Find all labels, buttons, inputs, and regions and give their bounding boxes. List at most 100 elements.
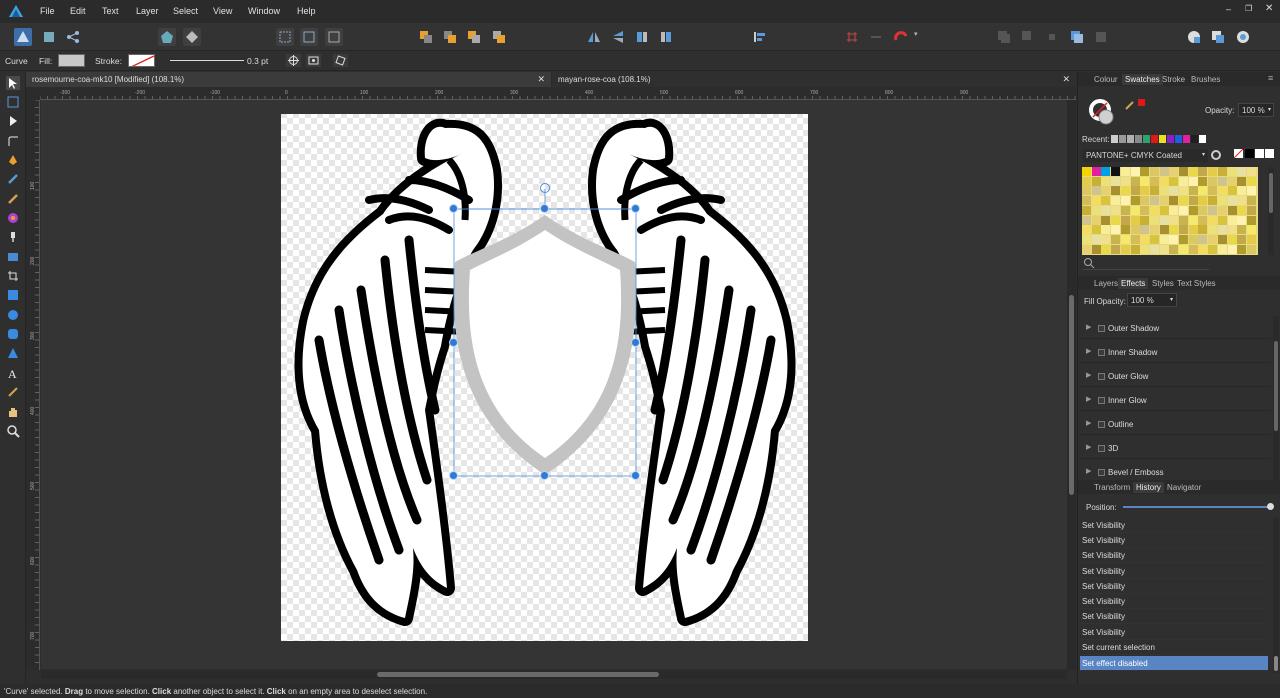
recent-swatch[interactable] — [1159, 135, 1166, 143]
opacity-input[interactable]: 100 % ▾ — [1238, 103, 1274, 117]
expand-arrow-icon[interactable]: ▶ — [1086, 467, 1091, 475]
palette-swatch[interactable] — [1237, 176, 1247, 186]
designer-persona-icon[interactable] — [14, 28, 32, 46]
history-item-selected[interactable]: Set effect disabled — [1080, 656, 1268, 671]
horizontal-scrollbar[interactable] — [41, 670, 1067, 679]
geometry-icon[interactable] — [183, 28, 201, 46]
palette-dropdown[interactable]: PANTONE+ CMYK Coated ▾ — [1083, 149, 1208, 162]
flip-horizontal-icon[interactable] — [585, 28, 603, 46]
palette-swatch[interactable] — [1237, 225, 1247, 235]
palette-swatch[interactable] — [1091, 176, 1101, 186]
tab-effects[interactable]: Effects — [1118, 278, 1149, 289]
palette-swatch[interactable] — [1169, 196, 1179, 206]
effect-3d[interactable]: ▶ 3D — [1080, 437, 1270, 459]
history-item[interactable]: Set Visibility — [1080, 518, 1268, 533]
resize-handle[interactable] — [449, 471, 458, 480]
history-slider-thumb[interactable] — [1267, 503, 1274, 510]
palette-swatch[interactable] — [1082, 186, 1091, 196]
tab-navigator[interactable]: Navigator — [1164, 482, 1204, 493]
palette-swatch[interactable] — [1246, 176, 1256, 186]
palette-swatch[interactable] — [1140, 196, 1150, 206]
palette-swatch[interactable] — [1246, 186, 1256, 196]
snapping-icon[interactable] — [158, 28, 176, 46]
insert-front-icon[interactable] — [1234, 28, 1252, 46]
palette-swatch[interactable] — [1188, 215, 1198, 225]
palette-swatch[interactable] — [1130, 244, 1140, 254]
palette-swatch[interactable] — [1217, 186, 1227, 196]
palette-swatch[interactable] — [1111, 234, 1121, 244]
artboard-drawing[interactable] — [41, 100, 1067, 669]
palette-swatch[interactable] — [1179, 196, 1188, 206]
palette-swatch[interactable] — [1120, 225, 1130, 235]
recent-swatch[interactable] — [1127, 135, 1134, 143]
palette-swatch[interactable] — [1188, 167, 1198, 176]
place-image-tool-icon[interactable] — [6, 250, 20, 264]
palette-options-icon[interactable] — [1210, 149, 1222, 161]
palette-swatch[interactable] — [1208, 225, 1218, 235]
palette-swatch[interactable] — [1159, 225, 1169, 235]
snapping-grid-icon[interactable] — [843, 28, 861, 46]
palette-swatch[interactable] — [1217, 167, 1227, 176]
menu-text[interactable]: Text — [102, 6, 119, 16]
crop-tool-icon[interactable] — [6, 269, 20, 283]
palette-swatch[interactable] — [1208, 244, 1218, 254]
palette-swatch[interactable] — [1101, 234, 1111, 244]
palette-swatch[interactable] — [1227, 234, 1237, 244]
menu-edit[interactable]: Edit — [70, 6, 86, 16]
fill-opacity-input[interactable]: 100 % ▾ — [1127, 293, 1177, 307]
palette-swatch[interactable] — [1091, 244, 1101, 254]
palette-swatch[interactable] — [1217, 244, 1227, 254]
pen-tool-icon[interactable] — [6, 153, 20, 167]
effect-inner-shadow[interactable]: ▶ Inner Shadow — [1080, 341, 1270, 363]
history-item[interactable]: Set Visibility — [1080, 594, 1268, 609]
palette-swatch[interactable] — [1082, 244, 1091, 254]
palette-swatch[interactable] — [1159, 205, 1169, 215]
expand-arrow-icon[interactable]: ▶ — [1086, 419, 1091, 427]
resize-handle[interactable] — [449, 204, 458, 213]
palette-swatch[interactable] — [1091, 234, 1101, 244]
horizontal-scroll-thumb[interactable] — [377, 672, 659, 677]
swatch-scrollbar[interactable] — [1268, 167, 1274, 255]
rectangle-tool-icon[interactable] — [6, 288, 20, 302]
palette-swatch[interactable] — [1188, 225, 1198, 235]
palette-swatch[interactable] — [1149, 244, 1159, 254]
palette-swatch[interactable] — [1237, 244, 1247, 254]
palette-swatch[interactable] — [1130, 176, 1140, 186]
skew-icon[interactable] — [325, 28, 343, 46]
palette-swatch[interactable] — [1149, 234, 1159, 244]
menu-view[interactable]: View — [213, 6, 232, 16]
palette-swatch[interactable] — [1198, 205, 1208, 215]
vertical-ruler[interactable]: 100 200 300 400 500 600 700 — [26, 100, 40, 670]
palette-swatch[interactable] — [1208, 196, 1218, 206]
palette-swatch[interactable] — [1217, 176, 1227, 186]
boolean-add-icon[interactable] — [995, 28, 1013, 46]
palette-swatch[interactable] — [1246, 244, 1256, 254]
palette-swatch[interactable] — [1208, 176, 1218, 186]
menu-file[interactable]: File — [40, 6, 55, 16]
flip-vertical-icon[interactable] — [609, 28, 627, 46]
palette-swatch[interactable] — [1198, 225, 1208, 235]
palette-swatch[interactable] — [1246, 225, 1256, 235]
tab-rosemourne[interactable]: rosemourne-coa-mk10 [Modified] (108.1%) … — [26, 72, 551, 87]
resize-handle[interactable] — [631, 338, 640, 347]
tab-swatches[interactable]: Swatches — [1122, 74, 1163, 85]
transform-origin-icon[interactable] — [306, 54, 321, 67]
palette-swatch[interactable] — [1217, 225, 1227, 235]
boolean-divide-icon[interactable] — [1092, 28, 1110, 46]
palette-swatch[interactable] — [1101, 186, 1111, 196]
palette-swatch[interactable] — [1130, 167, 1140, 176]
palette-swatch[interactable] — [1091, 225, 1101, 235]
menu-select[interactable]: Select — [173, 6, 198, 16]
palette-swatch[interactable] — [1169, 225, 1179, 235]
palette-swatch[interactable] — [1198, 196, 1208, 206]
palette-swatch[interactable] — [1246, 234, 1256, 244]
palette-swatch[interactable] — [1246, 205, 1256, 215]
transparency-tool-icon[interactable] — [6, 230, 20, 244]
history-scrollbar[interactable] — [1273, 518, 1279, 673]
palette-swatch[interactable] — [1169, 215, 1179, 225]
palette-swatch[interactable] — [1111, 225, 1121, 235]
snap-option-icon[interactable] — [867, 28, 885, 46]
effect-outer-shadow[interactable]: ▶ Outer Shadow — [1080, 317, 1270, 339]
fill-swatch[interactable] — [58, 54, 85, 67]
palette-swatch[interactable] — [1179, 244, 1188, 254]
